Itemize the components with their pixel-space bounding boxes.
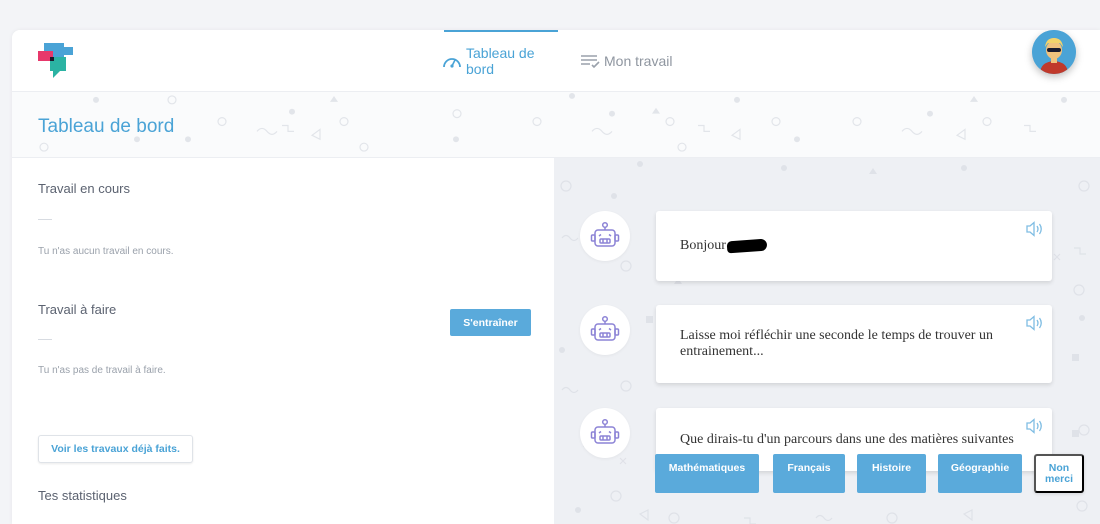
view-done-work-button[interactable]: Voir les travaux déjà faits. — [38, 435, 193, 463]
divider — [38, 339, 52, 340]
todo-work-empty-text: Tu n'as pas de travail à faire. — [38, 365, 166, 376]
choice-french-button[interactable]: Français — [773, 454, 845, 493]
avatar[interactable] — [1032, 30, 1076, 74]
tab-my-work-label: Mon travail — [604, 53, 673, 69]
robot-icon — [580, 408, 630, 458]
train-button[interactable]: S'entraîner — [450, 309, 531, 336]
tab-dashboard[interactable]: Tableau de bord — [442, 30, 558, 92]
chat-panel: Bonjour Laisse moi réfléchir une seconde… — [554, 158, 1100, 524]
speaker-icon[interactable] — [1026, 315, 1044, 331]
redaction-mark — [726, 238, 768, 254]
robot-icon — [580, 305, 630, 355]
divider — [38, 219, 52, 220]
chat-message-text: Que dirais-tu d'un parcours dans une des… — [680, 431, 1014, 447]
statistics-title: Tes statistiques — [38, 488, 127, 503]
page-title: Tableau de bord — [38, 116, 175, 137]
speaker-icon[interactable] — [1026, 221, 1044, 237]
current-work-title: Travail en cours — [38, 181, 130, 196]
list-icon — [580, 53, 600, 69]
todo-work-title: Travail à faire — [38, 302, 117, 317]
speaker-icon[interactable] — [1026, 418, 1044, 434]
chat-message: Laisse moi réfléchir une seconde le temp… — [656, 305, 1052, 383]
decline-button[interactable]: Non merci — [1034, 454, 1084, 493]
current-work-empty-text: Tu n'as aucun travail en cours. — [38, 246, 174, 257]
choice-mathematics-button[interactable]: Mathématiques — [655, 454, 759, 493]
top-navigation: Tableau de bord Mon travail — [12, 30, 1100, 92]
background-pattern — [39, 92, 1067, 152]
chat-message: Bonjour — [656, 211, 1052, 281]
page-header: Tableau de bord — [12, 92, 1100, 158]
tab-dashboard-label: Tableau de bord — [466, 45, 535, 77]
choice-geography-button[interactable]: Géographie — [938, 454, 1022, 493]
robot-icon — [580, 211, 630, 261]
app-window: Tableau de bord Mon travail Tableau de b… — [12, 30, 1100, 524]
logo-icon[interactable] — [38, 43, 76, 79]
left-panel: Travail en cours Tu n'as aucun travail e… — [12, 158, 554, 524]
tab-my-work[interactable]: Mon travail — [580, 30, 680, 92]
gauge-icon — [442, 53, 462, 69]
chat-message-text: Bonjour — [680, 238, 726, 253]
choice-history-button[interactable]: Histoire — [857, 454, 926, 493]
chat-message-text: Laisse moi réfléchir une seconde le temp… — [680, 328, 993, 359]
